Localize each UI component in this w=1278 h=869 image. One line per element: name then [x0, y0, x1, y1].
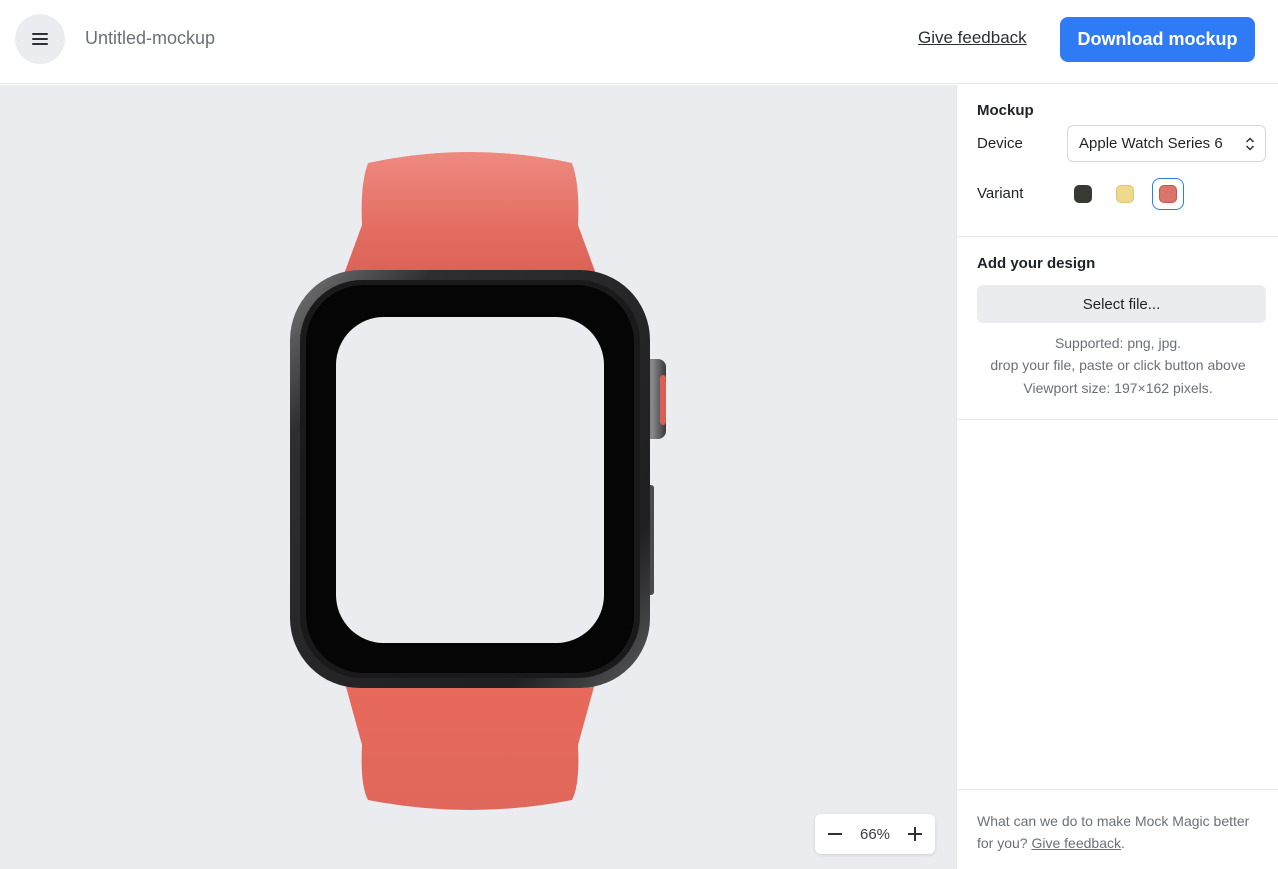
footer-period: . — [1120, 835, 1125, 851]
feedback-footer: What can we do to make Mock Magic better… — [957, 789, 1278, 869]
variant-swatch-selected[interactable] — [1152, 178, 1184, 210]
minus-icon[interactable] — [827, 826, 843, 842]
swatch-color — [1074, 185, 1092, 203]
device-select[interactable]: Apple Watch Series 6 — [1067, 125, 1266, 162]
swatch-color — [1116, 185, 1134, 203]
top-bar: Untitled-mockup Give feedback Download m… — [0, 0, 1278, 84]
chevron-up-down-icon — [1245, 137, 1255, 151]
add-design-title: Add your design — [977, 255, 1096, 272]
device-label: Device — [977, 135, 1023, 152]
settings-panel: Mockup Device Apple Watch Series 6 Varia… — [956, 85, 1278, 869]
mockup-canvas: 66% — [0, 85, 956, 869]
document-title[interactable]: Untitled-mockup — [85, 28, 215, 49]
add-design-section: Add your design Select file... Supported… — [957, 237, 1278, 420]
menu-button[interactable] — [15, 14, 65, 64]
variant-label: Variant — [977, 185, 1024, 202]
swatch-color — [1159, 185, 1177, 203]
variant-swatch[interactable] — [1067, 178, 1099, 210]
hamburger-menu-icon — [32, 33, 48, 45]
plus-icon[interactable] — [907, 826, 923, 842]
viewport-size-text: Viewport size: 197×162 pixels. — [1023, 380, 1213, 396]
apple-watch-mockup — [290, 152, 666, 810]
footer-feedback-link[interactable]: Give feedback — [1031, 835, 1121, 851]
zoom-level: 66% — [859, 825, 891, 843]
variant-swatch[interactable] — [1109, 178, 1141, 210]
device-select-value: Apple Watch Series 6 — [1079, 135, 1223, 152]
zoom-control: 66% — [815, 814, 935, 854]
mockup-section-title: Mockup — [977, 102, 1034, 119]
mockup-section: Mockup Device Apple Watch Series 6 Varia… — [957, 85, 1278, 237]
supported-formats-text: Supported: png, jpg. — [1054, 335, 1182, 351]
drop-hint-text: drop your file, paste or click button ab… — [990, 357, 1246, 373]
select-file-button[interactable]: Select file... — [977, 285, 1266, 323]
give-feedback-link[interactable]: Give feedback — [918, 28, 1027, 48]
download-mockup-button[interactable]: Download mockup — [1060, 17, 1255, 62]
